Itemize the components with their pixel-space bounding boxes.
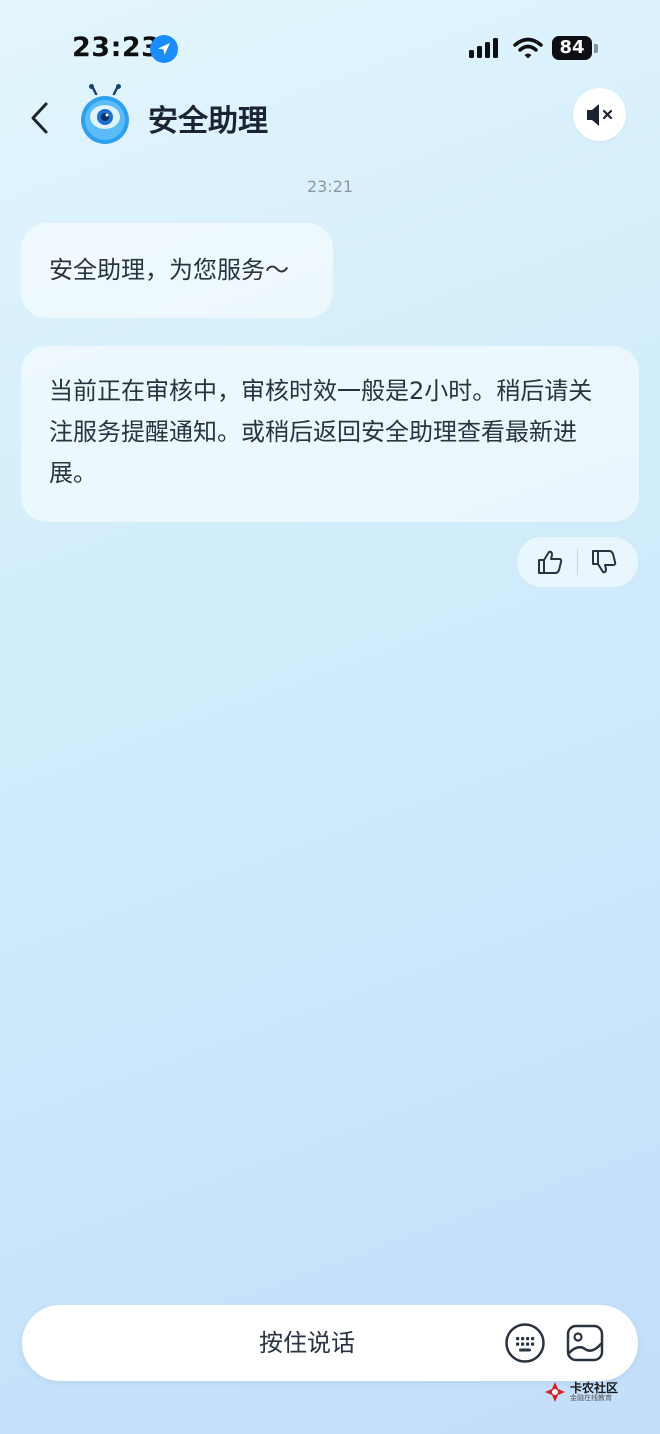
status-bar: 23:23 84 bbox=[0, 0, 660, 96]
chat-header: 安全助理 bbox=[0, 84, 660, 148]
wifi-icon bbox=[512, 36, 544, 62]
watermark: 卡农社区 金融在线教育 bbox=[544, 1379, 634, 1405]
assistant-message-bubble: 当前正在审核中，审核时效一般是2小时。稍后请关注服务提醒通知。或稍后返回安全助理… bbox=[21, 346, 639, 522]
message-text: 当前正在审核中，审核时效一般是2小时。稍后请关注服务提醒通知。或稍后返回安全助理… bbox=[49, 377, 593, 487]
assistant-avatar-icon bbox=[74, 84, 136, 146]
battery-icon: 84 bbox=[552, 36, 592, 60]
message-timestamp: 23:21 bbox=[306, 177, 354, 196]
watermark-subtitle: 金融在线教育 bbox=[570, 1394, 612, 1402]
feedback-divider bbox=[577, 549, 578, 575]
battery-tip bbox=[594, 44, 598, 53]
assistant-message-bubble: 安全助理，为您服务～ bbox=[21, 223, 333, 318]
input-bar: 按住说话 bbox=[22, 1305, 638, 1381]
location-arrow-icon bbox=[150, 35, 178, 63]
mute-speaker-icon bbox=[587, 104, 613, 126]
back-chevron-icon[interactable] bbox=[26, 100, 56, 136]
message-text: 安全助理，为您服务～ bbox=[49, 256, 289, 284]
thumbs-down-icon[interactable] bbox=[590, 548, 618, 576]
status-time: 23:23 bbox=[72, 32, 161, 63]
thumbs-up-icon[interactable] bbox=[536, 548, 564, 576]
feedback-bar bbox=[517, 537, 638, 587]
watermark-logo-icon bbox=[544, 1381, 566, 1403]
signal-icon bbox=[468, 36, 502, 62]
image-icon[interactable] bbox=[564, 1322, 606, 1364]
keyboard-icon[interactable] bbox=[504, 1322, 546, 1364]
mute-button[interactable] bbox=[573, 88, 626, 141]
page-title: 安全助理 bbox=[148, 104, 268, 139]
